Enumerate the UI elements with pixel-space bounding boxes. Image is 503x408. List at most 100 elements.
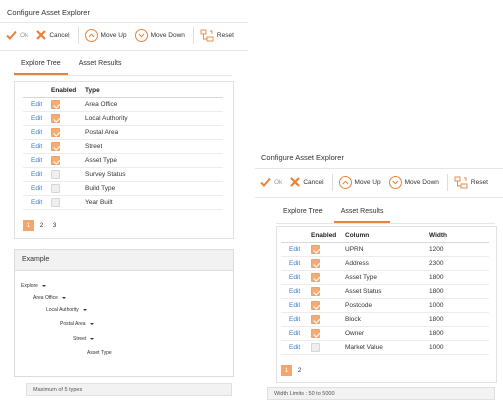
toolbar-separator (446, 173, 448, 191)
arrow-down-icon (388, 175, 402, 189)
enabled-checkbox[interactable] (51, 114, 60, 123)
tab-asset-results[interactable]: Asset Results (72, 58, 129, 74)
cancel-button[interactable]: Cancel (290, 173, 324, 191)
enabled-cell (47, 97, 81, 112)
enabled-checkbox[interactable] (51, 170, 60, 179)
table-row: Edit Address 2300 (281, 256, 489, 271)
edit-link[interactable]: Edit (281, 270, 307, 285)
cancel-label: Cancel (303, 178, 324, 186)
move-down-button[interactable]: Move Down (134, 26, 185, 44)
edit-link[interactable]: Edit (23, 97, 47, 112)
toolbar-divider (0, 50, 248, 51)
move-up-button[interactable]: Move Up (338, 173, 381, 191)
enabled-cell (307, 256, 341, 271)
page-button[interactable]: 2 (36, 220, 47, 231)
page-button[interactable]: 1 (23, 220, 34, 231)
panel-title: Configure Asset Explorer (261, 153, 344, 162)
enabled-checkbox[interactable] (311, 301, 320, 310)
edit-link[interactable]: Edit (23, 125, 47, 140)
tab-explore-tree[interactable]: Explore Tree (276, 206, 330, 222)
chevron-down-icon[interactable] (90, 338, 95, 340)
column-cell: Market Value (341, 340, 425, 355)
chevron-down-icon[interactable] (82, 309, 87, 311)
edit-link[interactable]: Edit (23, 167, 47, 182)
enabled-checkbox[interactable] (51, 184, 60, 193)
enabled-checkbox[interactable] (51, 156, 60, 165)
edit-link[interactable]: Edit (281, 340, 307, 355)
edit-link[interactable]: Edit (23, 195, 47, 210)
edit-link[interactable]: Edit (281, 256, 307, 271)
width-cell: 1200 (425, 242, 489, 257)
width-cell: 1800 (425, 284, 489, 299)
tree-node: Area Office (33, 295, 66, 301)
header-type: Type (81, 84, 223, 98)
enabled-cell (307, 284, 341, 299)
width-cell: 1000 (425, 298, 489, 313)
enabled-checkbox[interactable] (311, 259, 320, 268)
enabled-cell (307, 298, 341, 313)
table-row: Edit Local Authority (23, 111, 223, 126)
chevron-down-icon[interactable] (89, 323, 94, 325)
edit-link[interactable]: Edit (281, 242, 307, 257)
page-button[interactable]: 3 (49, 220, 60, 231)
move-down-label: Move Down (404, 178, 439, 186)
type-cell: Build Type (81, 181, 223, 196)
tree-node: Explore (21, 283, 46, 289)
enabled-checkbox[interactable] (311, 315, 320, 324)
enabled-cell (307, 312, 341, 327)
column-cell: Postcode (341, 298, 425, 313)
edit-link[interactable]: Edit (281, 326, 307, 341)
tree-node: Postal Area (60, 321, 94, 327)
enabled-checkbox[interactable] (311, 245, 320, 254)
enabled-checkbox[interactable] (51, 142, 60, 151)
tab-explore-tree[interactable]: Explore Tree (14, 58, 68, 75)
move-up-button[interactable]: Move Up (84, 26, 127, 44)
edit-link[interactable]: Edit (281, 284, 307, 299)
table-row: Edit Owner 1800 (281, 326, 489, 341)
reset-label: Reset (216, 31, 234, 39)
edit-link[interactable]: Edit (23, 139, 47, 154)
enabled-cell (307, 270, 341, 285)
width-cell: 1800 (425, 326, 489, 341)
width-cell: 1800 (425, 270, 489, 285)
title-divider (0, 22, 248, 23)
table-row: Edit Asset Type 1800 (281, 270, 489, 285)
enabled-checkbox[interactable] (51, 100, 60, 109)
tab-asset-results[interactable]: Asset Results (333, 206, 391, 223)
explore-tree-grid: Enabled Type Edit Area Office Edit Local Au… (14, 81, 234, 239)
reset-icon (454, 176, 468, 188)
reset-button[interactable]: Reset (454, 173, 488, 191)
page-button[interactable]: 2 (294, 365, 305, 376)
ok-button[interactable]: Ok (6, 26, 28, 44)
types-table: Enabled Type Edit Area Office Edit Local Au… (23, 84, 223, 210)
enabled-checkbox[interactable] (311, 329, 320, 338)
chevron-down-icon[interactable] (61, 297, 66, 299)
cancel-button[interactable]: Cancel (36, 26, 70, 44)
ok-button[interactable]: Ok (260, 173, 282, 191)
arrow-up-icon (84, 28, 98, 42)
chevron-down-icon[interactable] (41, 285, 46, 287)
column-cell: Block (341, 312, 425, 327)
enabled-cell (47, 167, 81, 182)
edit-link[interactable]: Edit (281, 312, 307, 327)
enabled-checkbox[interactable] (311, 273, 320, 282)
column-cell: Asset Status (341, 284, 425, 299)
table-header: Enabled Column Width (281, 229, 489, 243)
move-down-button[interactable]: Move Down (388, 173, 439, 191)
table-row: Edit Area Office (23, 97, 223, 112)
enabled-checkbox[interactable] (311, 343, 320, 352)
edit-link[interactable]: Edit (23, 111, 47, 126)
enabled-checkbox[interactable] (51, 128, 60, 137)
reset-button[interactable]: Reset (200, 26, 234, 44)
enabled-cell (307, 326, 341, 341)
move-down-label: Move Down (150, 31, 185, 39)
enabled-cell (47, 153, 81, 168)
edit-link[interactable]: Edit (23, 153, 47, 168)
enabled-checkbox[interactable] (51, 198, 60, 207)
edit-link[interactable]: Edit (23, 181, 47, 196)
page-button[interactable]: 1 (281, 365, 292, 376)
enabled-checkbox[interactable] (311, 287, 320, 296)
enabled-cell (47, 139, 81, 154)
edit-link[interactable]: Edit (281, 298, 307, 313)
header-enabled: Enabled (47, 84, 81, 98)
